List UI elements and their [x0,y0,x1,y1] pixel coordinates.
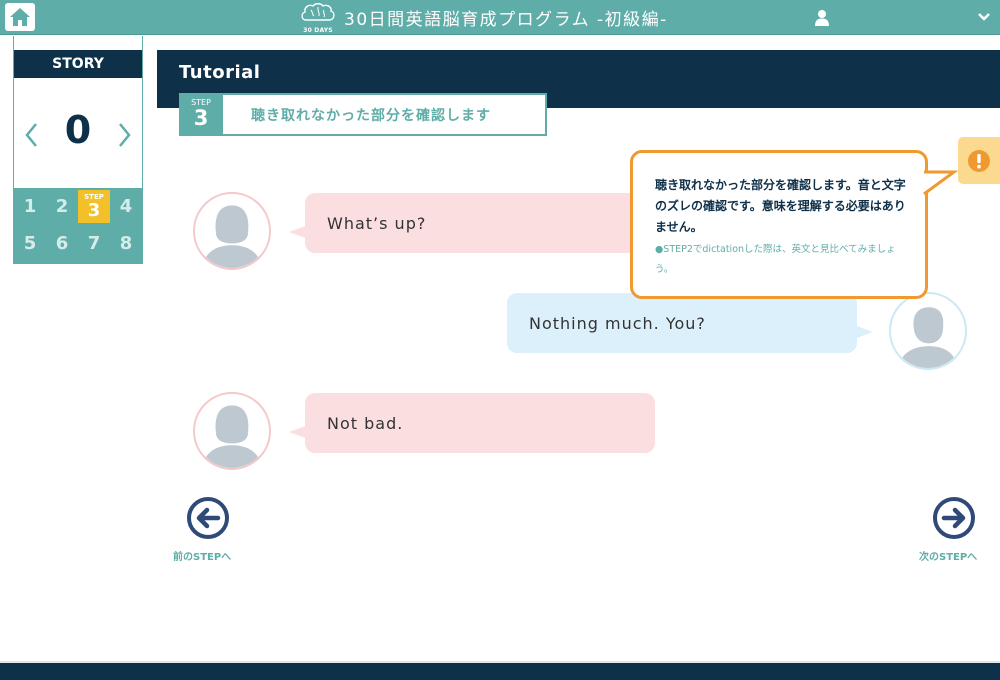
step-item-8[interactable]: 8 [110,225,142,262]
bubble-tail [857,326,873,338]
woman-avatar-icon [202,205,262,268]
story-number: 0 [64,108,92,152]
step-heading-box: STEP 3 聴き取れなかった部分を確認します [179,93,547,136]
man-avatar-icon [898,307,958,368]
page-title: Tutorial [179,62,261,83]
step-badge: STEP 3 [179,93,223,136]
step-item-1[interactable]: 1 [14,188,46,225]
dialogue-bubble: Not bad. [289,393,655,453]
tooltip-pointer [922,170,958,196]
story-next-arrow-icon[interactable] [116,120,134,150]
step-item-6[interactable]: 6 [46,225,78,262]
prev-step-link[interactable]: 前のSTEPへ [173,548,231,563]
brand-logo-text: 30 DAYS [303,27,333,34]
bubble-tail [289,426,305,438]
step-item-5[interactable]: 5 [14,225,46,262]
step-item-3-current[interactable]: STEP 3 [78,190,110,223]
step-item-2[interactable]: 2 [46,188,78,225]
prev-step-arrow-icon[interactable] [186,496,230,540]
tooltip-note: ●STEP2でdictationした際は、英文と見比べてみましょう。 [655,244,896,275]
story-selector: 0 [14,96,142,176]
dialogue-text: Not bad. [327,413,404,433]
exclamation-icon [968,149,990,172]
bubble-tail [289,226,305,238]
help-tooltip: 聴き取れなかった部分を確認します。音と文字のズレの確認です。意味を理解する必要は… [630,150,928,299]
brand: 30 DAYS 30日間英語脳育成プログラム -初級編- [300,2,668,34]
current-step-number: 3 [87,200,101,221]
dialogue-bubble: What’s up? [289,193,665,253]
brain-icon [301,3,335,21]
step-heading: 聴き取れなかった部分を確認します [251,108,491,124]
app-header: 30 DAYS 30日間英語脳育成プログラム -初級編- [0,0,1000,35]
speaker-female-avatar [193,392,271,470]
app-title: 30日間英語脳育成プログラム -初級編- [344,10,668,30]
user-icon[interactable] [814,9,830,26]
story-panel: STORY 0 1 2 STEP 3 4 5 6 7 8 [13,36,143,264]
tooltip-main-text: 聴き取れなかった部分を確認します。音と文字のズレの確認です。意味を理解する必要は… [655,178,906,234]
brand-logo: 30 DAYS [300,2,336,34]
dialogue-text: What’s up? [327,213,427,233]
chevron-down-icon[interactable] [977,12,991,22]
step-grid: 1 2 STEP 3 4 5 6 7 8 [14,188,142,263]
dialogue-bubble: Nothing much. You? [507,293,873,353]
step-item-4[interactable]: 4 [110,188,142,225]
dialogue-text: Nothing much. You? [529,313,706,333]
story-prev-arrow-icon[interactable] [22,120,40,150]
story-label: STORY [14,50,142,78]
help-toggle-button[interactable] [958,137,1000,184]
step-badge-number: 3 [193,106,209,130]
next-step-arrow-icon[interactable] [932,496,976,540]
footer-bar [0,661,1000,680]
next-step-link[interactable]: 次のSTEPへ [919,548,977,563]
step-item-7[interactable]: 7 [78,225,110,262]
woman-avatar-icon [202,405,262,468]
speaker-female-avatar [193,192,271,270]
home-button[interactable] [5,3,35,31]
speaker-male-avatar [889,292,967,370]
home-icon [10,8,30,26]
